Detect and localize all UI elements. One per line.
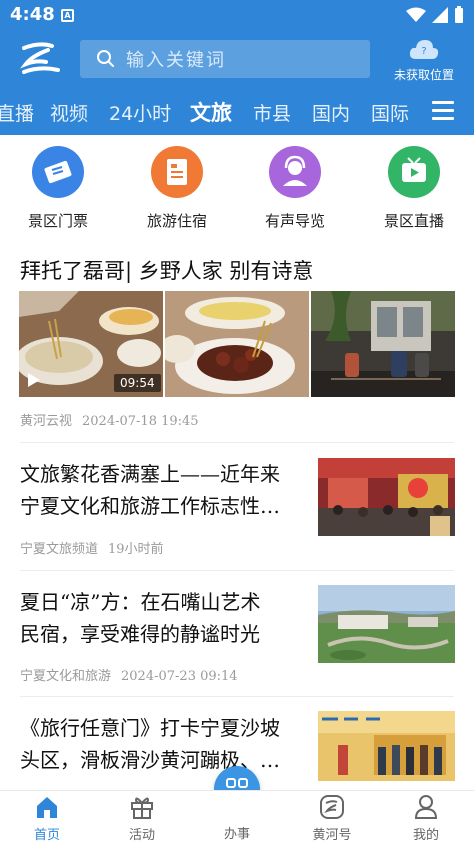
status-time: 4:48 <box>10 4 55 25</box>
article-source: 宁夏文旅频道 <box>20 542 99 557</box>
article-meta: 黄河云视 2024-07-18 19:45 <box>20 410 199 429</box>
article-meta: 宁夏文旅频道 19小时前 <box>20 538 164 557</box>
user-icon <box>414 795 438 819</box>
wifi-icon <box>406 7 426 22</box>
play-icon[interactable] <box>28 373 40 387</box>
cloud-location-icon: ? <box>409 40 439 59</box>
tab-huanghe[interactable]: 黄河号 <box>292 793 372 843</box>
app-root: 4:48 A 输入关键词 ? 未获取位置 直播 视频 24小时 文旅 市县 国内… <box>0 0 474 844</box>
article-image-ribs <box>165 291 309 397</box>
tab-domestic[interactable]: 国内 <box>312 99 350 126</box>
search-placeholder: 输入关键词 <box>126 50 226 71</box>
ticket-icon <box>32 146 84 198</box>
signal-icon <box>432 7 448 23</box>
article-thumbnail <box>318 585 455 663</box>
search-icon <box>97 50 114 67</box>
notification-icon: A <box>61 9 74 22</box>
tab-video[interactable]: 视频 <box>50 99 88 126</box>
article-thumbnail <box>318 458 455 536</box>
tab-culture-tourism[interactable]: 文旅 <box>190 97 232 127</box>
tab-activities[interactable]: 活动 <box>102 793 182 843</box>
tab-24h[interactable]: 24小时 <box>109 99 171 126</box>
video-duration: 09:54 <box>114 374 161 392</box>
battery-icon <box>455 6 463 23</box>
article-thumbnail <box>318 711 455 781</box>
gift-icon <box>131 797 153 819</box>
svg-text:?: ? <box>421 46 426 57</box>
services-label: 办事 <box>223 827 250 842</box>
huanghe-logo-icon <box>320 795 344 819</box>
divider <box>20 570 454 571</box>
menu-icon[interactable] <box>432 101 454 121</box>
divider <box>20 696 454 697</box>
tab-mine[interactable]: 我的 <box>386 793 466 843</box>
document-icon <box>151 146 203 198</box>
channel-nav: 直播 视频 24小时 文旅 市县 国内 国际 <box>0 96 474 132</box>
article-meta: 宁夏文化和旅游 2024-07-23 09:14 <box>20 665 238 684</box>
quick-categories: 景区门票 旅游住宿 有声导览 景区直播 <box>0 140 474 240</box>
headset-guide-icon <box>269 146 321 198</box>
article-source: 黄河云视 <box>20 414 73 429</box>
location-button[interactable]: ? 未获取位置 <box>388 38 460 84</box>
home-icon <box>37 797 57 818</box>
quick-item-lodging[interactable]: 旅游住宿 <box>127 146 227 231</box>
location-text: 未获取位置 <box>393 68 454 82</box>
article-time: 19小时前 <box>108 542 164 557</box>
status-icons <box>406 6 464 24</box>
tab-city-county[interactable]: 市县 <box>253 99 291 126</box>
quick-item-scenic-live[interactable]: 景区直播 <box>364 146 464 231</box>
divider <box>20 442 454 443</box>
quick-item-audio-guide[interactable]: 有声导览 <box>245 146 345 231</box>
tab-live[interactable]: 直播 <box>0 99 34 126</box>
article-time: 2024-07-23 09:14 <box>121 669 238 684</box>
article-title: 文旅繁花香满塞上——近年来 宁夏文化和旅游工作标志性… <box>20 462 280 518</box>
app-logo-icon[interactable] <box>18 40 62 78</box>
tab-international[interactable]: 国际 <box>371 99 409 126</box>
search-input[interactable]: 输入关键词 <box>80 40 370 78</box>
top-header: 4:48 A 输入关键词 ? 未获取位置 直播 视频 24小时 文旅 市县 国内… <box>0 0 474 135</box>
quick-item-tickets[interactable]: 景区门票 <box>8 146 108 231</box>
status-bar: 4:48 A <box>0 0 474 32</box>
article-title: 夏日“凉”方：在石嘴山艺术 民宿，享受难得的静谧时光 <box>20 590 261 646</box>
article-image-courtyard <box>311 291 455 397</box>
tv-play-icon <box>388 146 440 198</box>
article-title: 拜托了磊哥| 乡野人家 别有诗意 <box>20 259 314 283</box>
tab-home[interactable]: 首页 <box>7 793 87 843</box>
article-source: 宁夏文化和旅游 <box>20 669 112 684</box>
article-time: 2024-07-18 19:45 <box>82 414 199 429</box>
